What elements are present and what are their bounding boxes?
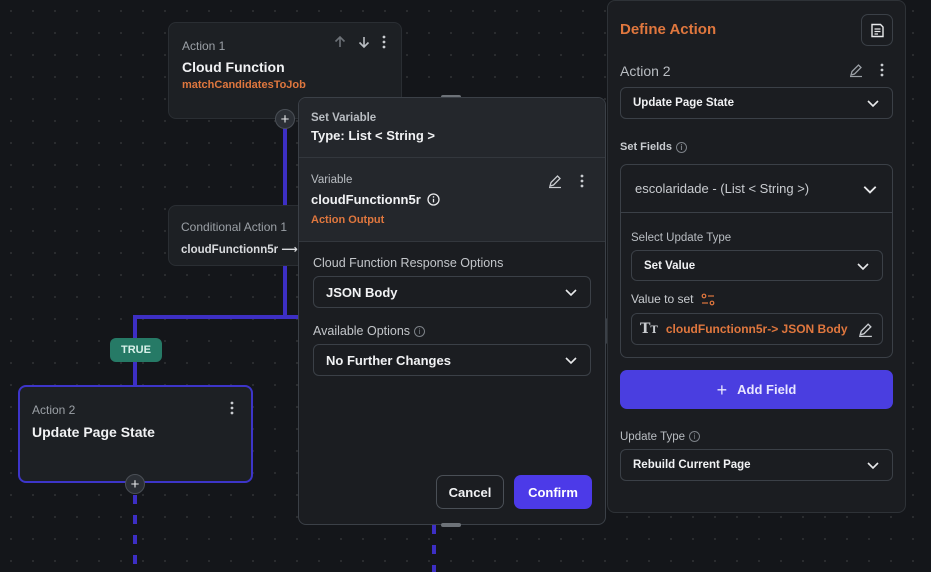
conditional-label: Conditional Action 1 — [181, 220, 288, 234]
text-type-icon: TT — [640, 321, 658, 337]
action-label: Action 2 — [620, 63, 671, 79]
more-vertical-icon[interactable] — [229, 401, 235, 420]
action-node-2[interactable]: Action 2 Update Page State — [18, 385, 253, 483]
conditional-node[interactable]: Conditional Action 1 cloudFunctionn5r ⟶ — [168, 205, 308, 266]
notes-icon-button[interactable] — [861, 14, 893, 46]
edit-icon[interactable] — [848, 62, 864, 83]
connector-dashed-line — [432, 525, 436, 572]
update-type2-label: Update Type i — [620, 431, 701, 443]
action-label: Action 2 — [32, 403, 76, 417]
add-action-button[interactable]: + — [275, 109, 295, 129]
chevron-down-icon — [565, 289, 577, 297]
value-to-set-value: cloudFunctionn5r-> JSON Body — [665, 322, 848, 336]
action-type-dropdown[interactable]: Update Page State — [620, 87, 893, 119]
chevron-down-icon — [867, 100, 879, 108]
set-variable-popup: Set Variable Type: List < String > Varia… — [298, 97, 606, 525]
more-vertical-icon[interactable] — [579, 174, 585, 193]
info-icon[interactable] — [427, 193, 440, 206]
available-options-value: No Further Changes — [326, 352, 451, 368]
confirm-button[interactable]: Confirm — [514, 475, 592, 509]
info-icon[interactable]: i — [414, 326, 426, 338]
available-options-label: Available Options i — [313, 324, 426, 338]
action-title: Update Page State — [32, 424, 155, 440]
edit-icon[interactable] — [547, 173, 563, 194]
edit-icon[interactable] — [857, 321, 874, 338]
more-vertical-icon[interactable] — [879, 63, 885, 82]
chevron-down-icon — [867, 462, 879, 470]
variable-settings-icon[interactable] — [701, 293, 715, 306]
update-type2-value: Rebuild Current Page — [633, 459, 751, 471]
define-action-panel: Define Action Action 2 Update Page State… — [607, 0, 906, 513]
info-icon[interactable]: i — [689, 431, 701, 443]
field-card: escolaridade - (List < String >) Select … — [620, 164, 893, 358]
conditional-value: cloudFunctionn5r ⟶ — [181, 244, 298, 256]
available-options-dropdown[interactable]: No Further Changes — [313, 344, 591, 376]
response-options-value: JSON Body — [326, 284, 398, 300]
field-header[interactable]: escolaridade - (List < String >) — [621, 165, 892, 213]
response-options-dropdown[interactable]: JSON Body — [313, 276, 591, 308]
info-icon[interactable]: i — [675, 141, 687, 153]
update-type2-dropdown[interactable]: Rebuild Current Page — [620, 449, 893, 481]
update-type-value: Set Value — [644, 259, 696, 272]
chevron-down-icon — [565, 357, 577, 365]
set-fields-text: Set Fields — [620, 141, 672, 153]
chevron-down-icon — [863, 185, 877, 194]
action-subtitle: matchCandidatesToJob — [182, 79, 306, 91]
drag-handle[interactable] — [441, 523, 461, 527]
action-title: Cloud Function — [182, 59, 285, 75]
value-to-set-text: Value to set — [631, 292, 694, 306]
update-type-dropdown[interactable]: Set Value — [631, 250, 883, 281]
update-type2-text: Update Type — [620, 431, 686, 443]
chevron-down-icon — [857, 262, 869, 270]
plus-icon: + — [716, 379, 728, 400]
add-field-label: Add Field — [737, 382, 797, 397]
true-branch-badge: TRUE — [110, 338, 162, 362]
variable-source: Action Output — [311, 214, 385, 226]
connector-line — [283, 265, 287, 317]
popup-header: Set Variable Type: List < String > — [299, 98, 605, 158]
action-type-value: Update Page State — [633, 97, 734, 109]
popup-header-label: Set Variable — [311, 112, 377, 124]
available-options-text: Available Options — [313, 324, 411, 338]
add-field-button[interactable]: + Add Field — [620, 370, 893, 409]
set-fields-label: Set Fields i — [620, 141, 687, 153]
arrow-up-icon[interactable] — [333, 35, 347, 52]
action-label: Action 1 — [182, 39, 226, 53]
arrow-down-icon[interactable] — [357, 35, 371, 52]
cancel-button[interactable]: Cancel — [436, 475, 504, 509]
panel-title: Define Action — [620, 21, 717, 38]
response-options-label: Cloud Function Response Options — [313, 256, 504, 270]
notes-icon — [870, 23, 884, 37]
connector-line — [133, 315, 303, 319]
update-type-label: Select Update Type — [631, 232, 732, 244]
variable-section: Variable cloudFunctionn5r Action Output — [299, 158, 605, 242]
field-name: escolaridade - (List < String >) — [635, 181, 810, 196]
connector-dashed-line — [133, 495, 137, 572]
more-vertical-icon[interactable] — [381, 35, 387, 52]
popup-header-type: Type: List < String > — [311, 128, 436, 143]
add-action-button[interactable]: + — [125, 474, 145, 494]
value-to-set-label: Value to set — [631, 292, 715, 306]
value-to-set-field[interactable]: TT cloudFunctionn5r-> JSON Body — [631, 313, 883, 345]
variable-name: cloudFunctionn5r — [311, 192, 421, 207]
